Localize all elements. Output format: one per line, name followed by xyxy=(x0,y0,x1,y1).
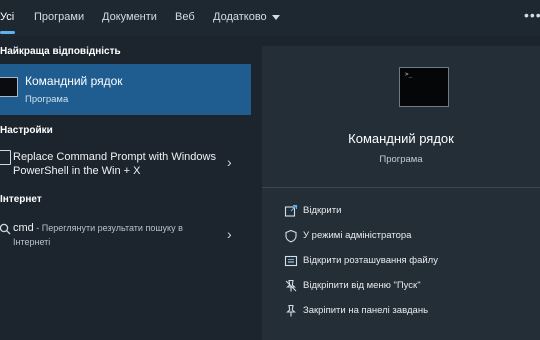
web-search-query: cmd xyxy=(13,222,34,234)
tab-documents[interactable]: Документи xyxy=(102,11,157,23)
best-match-subtitle: Програма xyxy=(25,94,69,105)
action-run-as-admin[interactable]: У режимі адміністратора xyxy=(284,228,534,246)
command-prompt-large-icon: >_ xyxy=(399,67,449,107)
prompt-glyph: >_ xyxy=(405,71,413,78)
command-prompt-icon xyxy=(0,77,18,97)
action-run-as-admin-label: У режимі адміністратора xyxy=(303,230,412,241)
action-unpin-start[interactable]: Відкріпити від меню "Пуск" xyxy=(284,278,534,296)
preview-subtitle: Програма xyxy=(379,154,423,165)
best-match-title: Командний рядок xyxy=(25,74,123,88)
results-list: Найкраща відповідність Командний рядок П… xyxy=(0,36,252,340)
action-open-file-location[interactable]: Відкрити розташування файлу xyxy=(284,253,534,271)
internet-heading: Інтернет xyxy=(0,194,42,205)
more-options-icon[interactable]: ••• xyxy=(524,7,540,23)
shield-icon xyxy=(285,229,297,243)
pin-icon xyxy=(286,304,296,317)
action-open-file-location-label: Відкрити розташування файлу xyxy=(303,255,438,266)
chevron-right-icon: › xyxy=(227,154,232,170)
best-match-heading: Найкраща відповідність xyxy=(0,46,121,57)
action-pin-taskbar-label: Закріпити на панелі завдань xyxy=(303,305,429,316)
unpin-icon xyxy=(285,279,297,292)
action-unpin-start-label: Відкріпити від меню "Пуск" xyxy=(303,280,421,291)
tab-more-dropdown[interactable]: Додатково xyxy=(213,11,280,23)
tab-more-label: Додатково xyxy=(213,11,267,23)
best-match-item[interactable]: Командний рядок Програма xyxy=(0,64,251,115)
settings-result-label: Replace Command Prompt with Windows Powe… xyxy=(13,151,216,177)
web-search-text: cmd - Переглянути результати пошуку в Ін… xyxy=(13,221,218,249)
chevron-right-icon: › xyxy=(227,226,232,242)
tab-web[interactable]: Веб xyxy=(175,11,195,23)
chevron-down-icon xyxy=(271,14,280,20)
action-open[interactable]: Відкрити xyxy=(284,203,534,221)
action-open-label: Відкрити xyxy=(303,205,342,216)
search-icon xyxy=(0,223,11,235)
preview-pane: >_ Командний рядок Програма Відкрити У р… xyxy=(262,46,540,340)
folder-icon xyxy=(284,255,298,267)
preview-title: Командний рядок xyxy=(348,131,454,146)
settings-doc-icon xyxy=(0,150,11,165)
settings-result-item[interactable]: Replace Command Prompt with Windows Powe… xyxy=(0,144,252,184)
web-search-hint: - Переглянути результати пошуку в Інтерн… xyxy=(13,223,183,247)
tab-programs[interactable]: Програми xyxy=(34,11,84,23)
active-tab-indicator xyxy=(0,31,15,34)
settings-heading: Настройки xyxy=(0,125,53,136)
tab-all[interactable]: Усі xyxy=(0,11,14,23)
web-search-result-item[interactable]: cmd - Переглянути результати пошуку в Ін… xyxy=(0,216,252,256)
search-tabs-bar: Усі Програми Документи Веб Додатково ••• xyxy=(0,0,540,36)
open-icon xyxy=(284,204,298,217)
action-pin-taskbar[interactable]: Закріпити на панелі завдань xyxy=(284,303,534,321)
divider xyxy=(262,187,540,188)
